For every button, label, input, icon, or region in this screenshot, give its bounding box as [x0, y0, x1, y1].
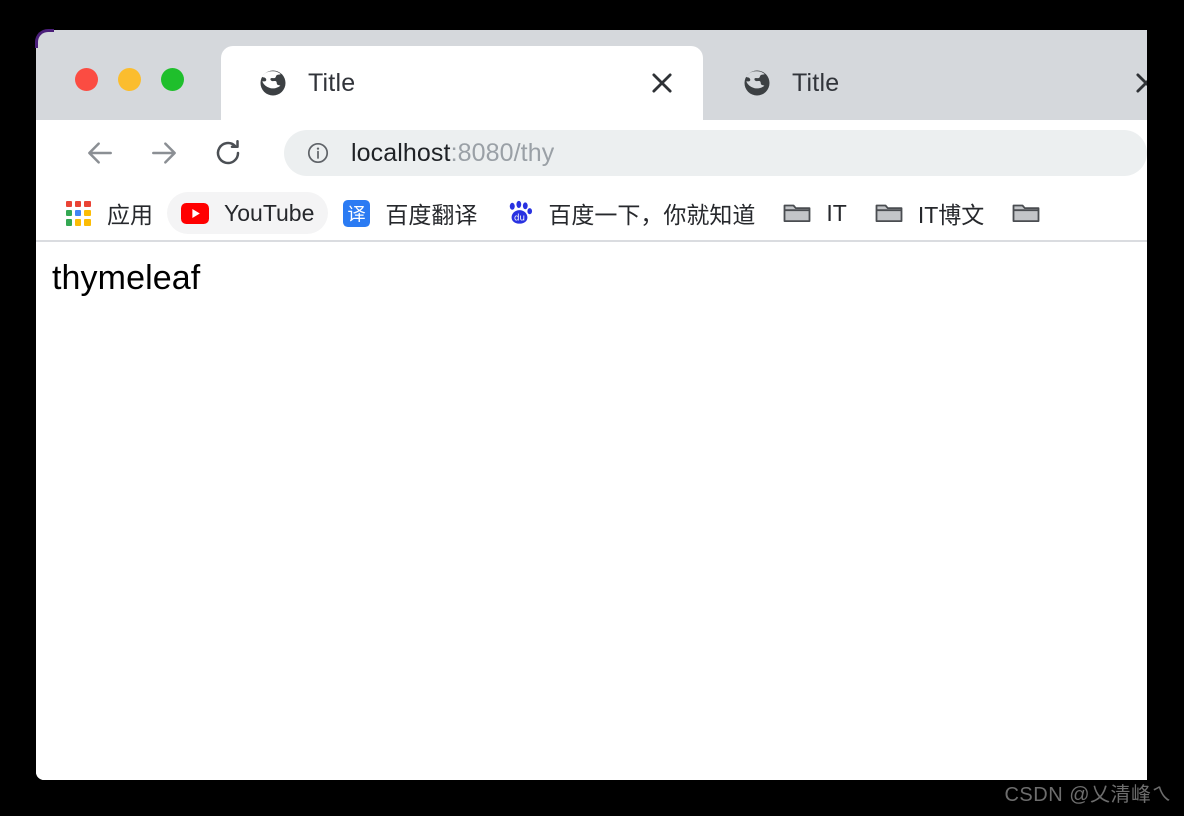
tab-close-button[interactable]: [647, 68, 677, 98]
tab-close-button[interactable]: [1131, 68, 1147, 98]
info-circle-icon[interactable]: [306, 141, 330, 165]
arrow-left-icon[interactable]: [78, 131, 122, 175]
bookmark-label: IT: [826, 199, 847, 226]
browser-toolbar: localhost:8080/thy: [36, 120, 1147, 186]
address-bar-url[interactable]: localhost:8080/thy: [351, 139, 554, 168]
bookmark-label: 百度一下，你就知道: [548, 202, 756, 228]
bookmark-label: YouTube: [224, 199, 315, 226]
globe-icon: [258, 68, 288, 98]
page-viewport: thymeleaf: [36, 242, 1147, 780]
url-host: localhost: [351, 138, 451, 167]
url-path: :8080/thy: [450, 138, 555, 167]
folder-icon: [875, 199, 903, 227]
bookmark-folder-it[interactable]: IT: [769, 192, 860, 234]
bookmark-label: 应用: [107, 202, 153, 228]
bookmarks-bar: 应用 YouTube 译 百度翻译 du 百度一下，你就知道 IT IT博文: [36, 186, 1147, 242]
window-maximize-button[interactable]: [161, 68, 184, 91]
bookmark-folder-clipped[interactable]: [998, 192, 1069, 234]
bookmark-label: IT博文: [917, 202, 985, 228]
baidu-paw-icon: du: [505, 199, 533, 227]
tab-strip: Title Title: [36, 30, 1147, 120]
folder-icon: [1012, 199, 1040, 227]
globe-icon: [742, 68, 772, 98]
bookmark-folder-it-blog[interactable]: IT博文: [861, 192, 998, 234]
apps-grid-icon: [64, 199, 92, 227]
bookmark-youtube[interactable]: YouTube: [167, 192, 329, 234]
tab-0[interactable]: Title: [221, 46, 703, 120]
page-heading: thymeleaf: [52, 259, 201, 297]
arrow-right-icon[interactable]: [142, 131, 186, 175]
window-controls: [75, 68, 184, 91]
tab-title: Title: [792, 68, 840, 97]
browser-window: Title Title localhost:8080/thy 应用 YouTub…: [36, 30, 1147, 780]
window-minimize-button[interactable]: [118, 68, 141, 91]
reload-icon[interactable]: [206, 131, 250, 175]
bookmark-baidu[interactable]: du 百度一下，你就知道: [491, 192, 769, 234]
svg-text:du: du: [514, 213, 525, 223]
bookmark-label: 百度翻译: [385, 202, 478, 228]
address-bar[interactable]: localhost:8080/thy: [284, 130, 1147, 176]
bookmark-baidu-translate[interactable]: 译 百度翻译: [328, 192, 491, 234]
tab-1[interactable]: Title: [705, 46, 1147, 120]
bookmark-apps[interactable]: 应用: [50, 192, 167, 234]
svg-text:译: 译: [347, 204, 365, 225]
youtube-icon: [181, 199, 209, 227]
window-close-button[interactable]: [75, 68, 98, 91]
baidu-translate-icon: 译: [342, 199, 370, 227]
csdn-watermark: CSDN @乂清峰ㄟ: [1004, 784, 1172, 806]
folder-icon: [783, 199, 811, 227]
tab-title: Title: [308, 68, 356, 97]
